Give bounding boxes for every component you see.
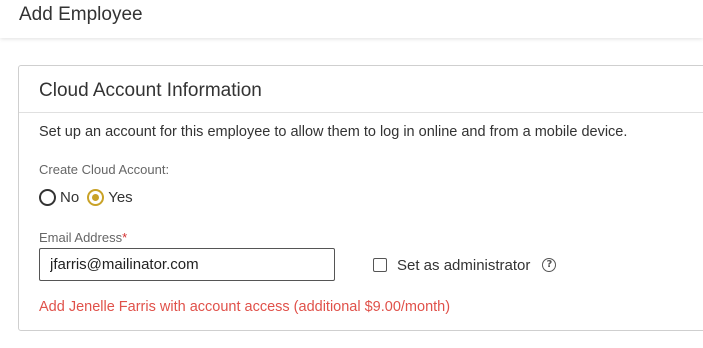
radio-option-no[interactable]: No — [39, 188, 80, 206]
cloud-account-card: Cloud Account Information Set up an acco… — [18, 65, 703, 331]
section-description: Set up an account for this employee to a… — [39, 124, 628, 140]
radio-option-yes[interactable]: Yes — [87, 188, 133, 206]
section-divider — [19, 112, 703, 113]
required-marker: * — [122, 230, 128, 245]
question-circle-icon[interactable]: ? — [542, 258, 557, 272]
set-administrator-checkbox[interactable] — [373, 258, 387, 272]
account-access-notice: Add Jenelle Farris with account access (… — [39, 299, 451, 315]
radio-yes-circle[interactable] — [87, 188, 105, 206]
radio-yes-label: Yes — [108, 188, 133, 206]
create-cloud-account-label: Create Cloud Account: — [39, 162, 170, 177]
email-label-text: Email Address — [39, 230, 123, 245]
radio-no-circle[interactable] — [39, 188, 56, 206]
section-title: Cloud Account Information — [39, 80, 262, 101]
set-administrator-label[interactable]: Set as administrator — [397, 257, 530, 274]
email-address-input[interactable] — [39, 248, 335, 281]
page-header: Add Employee — [0, 0, 703, 38]
page-title: Add Employee — [19, 4, 143, 25]
radio-no-label: No — [60, 188, 80, 206]
email-address-label: Email Address* — [39, 230, 127, 245]
set-administrator-group: Set as administrator ? — [373, 256, 557, 274]
create-cloud-account-radio-group: No Yes — [39, 186, 141, 208]
